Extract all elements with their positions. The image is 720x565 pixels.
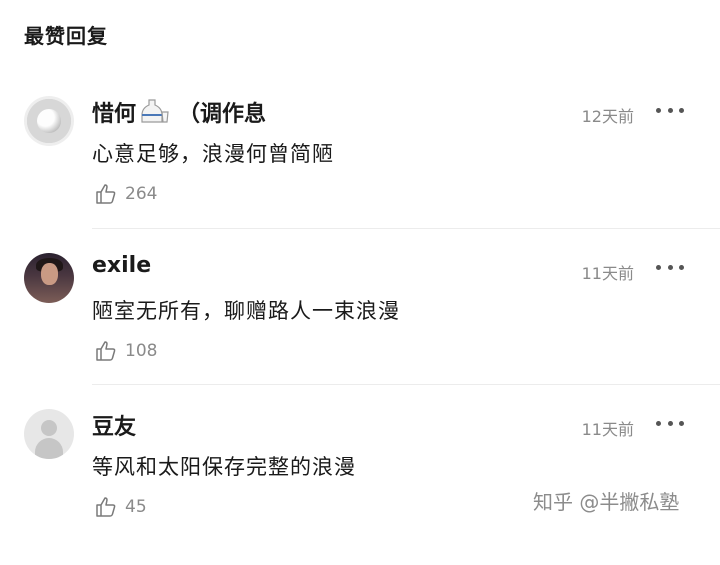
thumbs-up-icon (96, 497, 116, 517)
avatar[interactable] (24, 96, 74, 146)
username-label[interactable]: exile (92, 253, 151, 278)
like-count: 45 (125, 497, 147, 517)
divider (92, 384, 720, 385)
like-button[interactable]: 45 (94, 495, 147, 519)
comment-text: 陋室无所有，聊赠路人一束浪漫 (92, 299, 400, 323)
avatar[interactable] (24, 409, 74, 459)
username-suffix: （调作息 (178, 102, 267, 127)
timestamp: 11天前 (581, 264, 634, 283)
like-button[interactable]: 264 (94, 182, 157, 206)
like-count: 264 (125, 184, 158, 204)
comment-item: exile 11天前 陋室无所有，聊赠路人一束浪漫 108 (0, 253, 720, 409)
comment-text: 心意足够，浪漫何曾简陋 (92, 142, 334, 166)
thumbs-up-icon (96, 341, 116, 361)
more-dots-icon[interactable] (656, 413, 684, 433)
divider (92, 228, 720, 229)
comment-text: 等风和太阳保存完整的浪漫 (92, 455, 356, 479)
like-count: 108 (125, 341, 158, 361)
username-label[interactable]: 豆友 (92, 409, 136, 441)
timestamp: 12天前 (581, 107, 634, 126)
watermark: 知乎 @半撇私塾 (533, 490, 680, 514)
username-text[interactable]: 惜何 (92, 102, 136, 127)
username-label[interactable]: 惜何 （调作息 (92, 96, 266, 130)
timestamp: 11天前 (581, 420, 634, 439)
thumbs-up-icon (96, 184, 116, 204)
avatar[interactable] (24, 253, 74, 303)
sake-bottle-icon (140, 98, 170, 130)
like-button[interactable]: 108 (94, 339, 157, 363)
more-dots-icon[interactable] (656, 257, 684, 277)
more-dots-icon[interactable] (656, 100, 684, 120)
section-title: 最赞回复 (24, 24, 108, 48)
